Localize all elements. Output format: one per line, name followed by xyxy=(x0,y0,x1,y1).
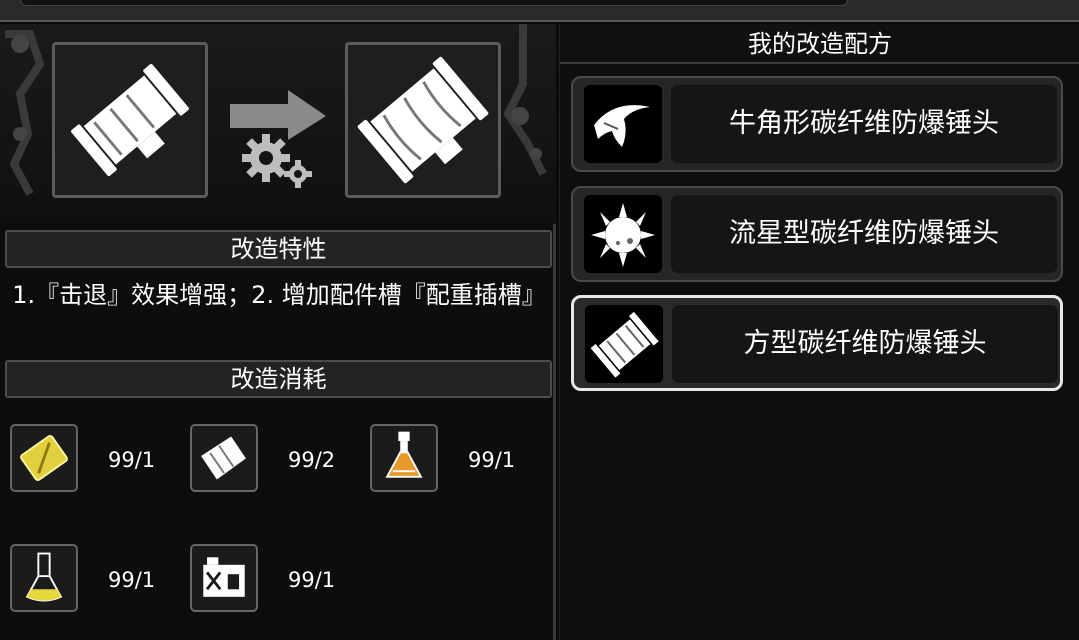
recipe-panel: 我的改造配方 牛角形碳纤维防爆锤头 流星型碳纤维防爆锤头 方型碳纤维防爆锤头 xyxy=(559,24,1079,640)
target-item-slot[interactable] xyxy=(345,42,501,198)
cost-qty: 99/1 xyxy=(108,448,156,472)
recipe-icon xyxy=(585,305,663,383)
recipe-icon xyxy=(584,195,662,273)
traits-description: 1.『击退』效果增强；2. 增加配件槽『配重插槽』 xyxy=(12,281,546,309)
upgrade-arrow xyxy=(226,90,332,200)
recipe-name: 方型碳纤维防爆锤头 xyxy=(672,305,1058,383)
cost-title: 改造消耗 xyxy=(5,360,552,398)
recipe-item[interactable]: 流星型碳纤维防爆锤头 xyxy=(571,186,1063,282)
top-bar xyxy=(0,0,1079,22)
square-hammer-head-icon xyxy=(588,309,661,380)
cost-icon-slot[interactable] xyxy=(370,424,438,492)
recipe-name: 流星型碳纤维防爆锤头 xyxy=(671,195,1057,273)
yellow-liquid-flask-icon xyxy=(25,552,63,602)
cloth-sheet-icon xyxy=(201,436,246,480)
recipe-icon xyxy=(584,85,662,163)
modify-panel: 改造特性 1.『击退』效果增强；2. 增加配件槽『配重插槽』 改造消耗 99/1… xyxy=(0,24,556,640)
orange-potion-flask-icon xyxy=(385,431,423,478)
meteor-hammer-head-icon xyxy=(591,203,655,267)
recipe-panel-title: 我的改造配方 xyxy=(560,24,1079,64)
recipe-item[interactable]: 牛角形碳纤维防爆锤头 xyxy=(571,76,1063,172)
cost-qty: 99/1 xyxy=(288,568,336,592)
square-hammer-head-upgraded-icon xyxy=(355,54,491,186)
robot-arm-left-icon xyxy=(5,30,45,196)
battery-box-icon xyxy=(203,557,245,597)
recipe-item-selected[interactable]: 方型碳纤维防爆锤头 xyxy=(571,295,1063,391)
modify-banner xyxy=(0,24,556,224)
cost-qty: 99/2 xyxy=(288,448,336,472)
cost-icon-slot[interactable] xyxy=(10,424,78,492)
top-bar-inner xyxy=(20,0,848,6)
gears-icon xyxy=(242,134,312,188)
square-hammer-head-icon xyxy=(69,62,191,178)
recipe-name: 牛角形碳纤维防爆锤头 xyxy=(671,85,1057,163)
robot-arm-right-icon xyxy=(503,24,547,176)
traits-title: 改造特性 xyxy=(5,230,552,268)
cost-qty: 99/1 xyxy=(108,568,156,592)
cost-qty: 99/1 xyxy=(468,448,516,472)
cost-icon-slot[interactable] xyxy=(190,544,258,612)
gold-plate-icon xyxy=(20,435,68,481)
horn-hammer-head-icon xyxy=(594,105,650,147)
cost-icon-slot[interactable] xyxy=(10,544,78,612)
source-item-slot[interactable] xyxy=(52,42,208,198)
cost-icon-slot[interactable] xyxy=(190,424,258,492)
